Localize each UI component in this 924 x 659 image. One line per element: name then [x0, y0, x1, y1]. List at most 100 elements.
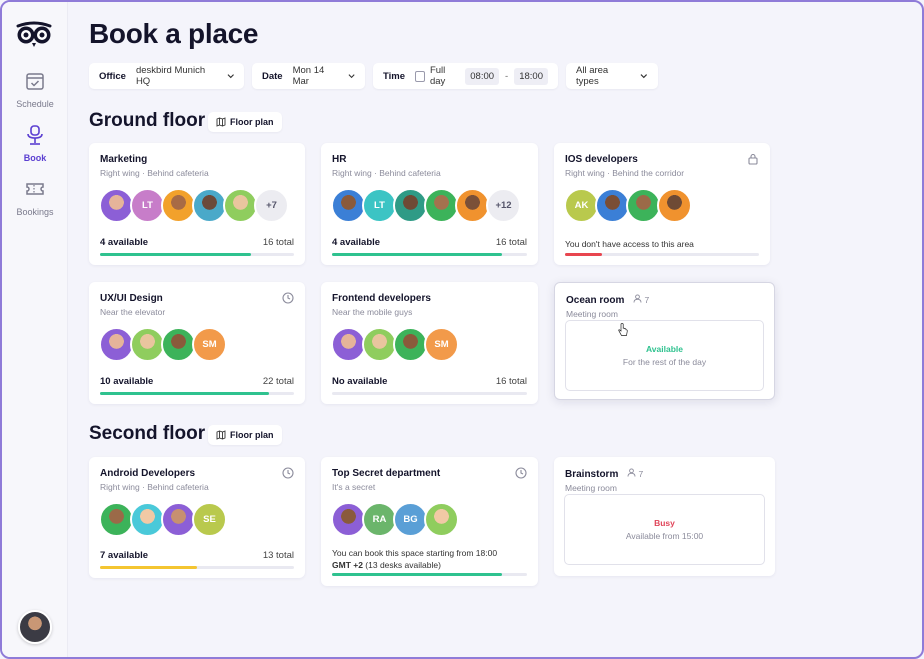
avatar-initials: SM: [192, 327, 227, 362]
lock-icon: [748, 153, 758, 165]
avatar-initials: SE: [192, 502, 227, 537]
avatar: [99, 502, 134, 537]
availability-row: 7 available 13 total: [100, 550, 294, 561]
total-count: 16 total: [262, 237, 294, 248]
total-count: 16 total: [495, 376, 527, 387]
area-card-ios-developers[interactable]: IOS developers Right wing · Behind the c…: [554, 143, 770, 265]
time-filter-label: Time: [383, 70, 406, 82]
availability-bar: [100, 392, 294, 395]
availability-bar: [100, 566, 294, 569]
area-location: Right wing · Behind cafeteria: [100, 168, 209, 178]
avatar: [362, 327, 397, 362]
ticket-icon: [26, 183, 44, 195]
room-name-row: Ocean room 7: [566, 294, 763, 306]
area-card-marketing[interactable]: Marketing Right wing · Behind cafeteria …: [89, 143, 305, 265]
avatar: [595, 188, 630, 223]
time-to-input[interactable]: 18:00: [514, 67, 548, 85]
owl-logo-icon[interactable]: [15, 20, 53, 48]
filter-bar: Office deskbird Munich HQ Date Mon 14 Ma…: [89, 63, 658, 89]
avatar: [455, 188, 490, 223]
floor-plan-label: Floor plan: [230, 430, 274, 440]
avatar: [424, 188, 459, 223]
area-card-ux-ui-design[interactable]: UX/UI Design Near the elevator SM 10 ava…: [89, 282, 305, 404]
full-day-checkbox[interactable]: [415, 70, 425, 82]
area-type-select[interactable]: All area types: [566, 63, 658, 89]
avatar-group: SM: [99, 327, 227, 362]
user-avatar[interactable]: [18, 610, 52, 644]
area-location: Right wing · Behind cafeteria: [332, 168, 441, 178]
section-title-ground-floor: Ground floor: [89, 110, 206, 131]
map-icon: [216, 430, 226, 440]
room-capacity-value: 7: [638, 469, 644, 479]
booking-note-line: You can book this space starting from 18…: [332, 548, 498, 558]
area-location: Near the elevator: [100, 307, 166, 317]
calendar-check-icon: [26, 73, 44, 90]
avatar: [331, 327, 366, 362]
area-name: Top Secret department: [332, 468, 441, 479]
avatar: [657, 188, 692, 223]
hand-cursor-icon: [618, 323, 628, 336]
nav-book[interactable]: Book: [2, 124, 68, 166]
more-people-badge: +7: [254, 188, 289, 223]
avatar: [192, 188, 227, 223]
area-location: It's a secret: [332, 482, 376, 492]
area-card-hr[interactable]: HR Right wing · Behind cafeteria LT +12 …: [321, 143, 538, 265]
availability-fill: [332, 253, 502, 256]
page-title: Book a place: [89, 18, 259, 49]
floor-plan-button[interactable]: Floor plan: [208, 112, 282, 132]
room-status-box[interactable]: Available For the rest of the day: [565, 320, 764, 391]
room-card-brainstorm[interactable]: Brainstorm 7 Meeting room Busy Available…: [554, 457, 775, 576]
floor-plan-button[interactable]: Floor plan: [208, 425, 282, 445]
avatar: [161, 502, 196, 537]
chevron-down-icon: [640, 74, 648, 79]
avatar: [99, 327, 134, 362]
room-card-ocean-room[interactable]: Ocean room 7 Meeting room Available For …: [554, 282, 775, 400]
avatar-group: LT +12: [331, 188, 521, 223]
clock-icon: [282, 292, 294, 304]
area-card-android-developers[interactable]: Android Developers Right wing · Behind c…: [89, 457, 305, 578]
avatar: [424, 502, 459, 537]
nav-schedule[interactable]: Schedule: [2, 70, 68, 112]
avatar-initials: BG: [393, 502, 428, 537]
availability-bar: [565, 253, 759, 256]
room-status-box[interactable]: Busy Available from 15:00: [564, 494, 765, 565]
clock-icon: [282, 467, 294, 479]
room-name: Ocean room: [566, 295, 625, 306]
no-access-message: You don't have access to this area: [565, 239, 694, 249]
room-capacity: 7: [633, 294, 650, 305]
area-card-frontend-developers[interactable]: Frontend developers Near the mobile guys…: [321, 282, 538, 404]
chevron-down-icon: [348, 74, 355, 79]
floor-plan-label: Floor plan: [230, 117, 274, 127]
nav-bookings[interactable]: Bookings: [2, 178, 68, 220]
avatar-initials: LT: [362, 188, 397, 223]
date-filter-value: Mon 14 Mar: [292, 65, 325, 87]
desks-available-note: (13 desks available): [362, 560, 441, 570]
area-location: Right wing · Behind the corridor: [565, 168, 685, 178]
avatar-group: LT +7: [99, 188, 289, 223]
office-filter-value: deskbird Munich HQ: [135, 65, 206, 87]
map-icon: [216, 117, 226, 127]
section-title-second-floor: Second floor: [89, 423, 206, 444]
room-status-detail: For the rest of the day: [622, 357, 707, 367]
avatar: [130, 502, 165, 537]
available-count: 4 available: [332, 237, 381, 248]
avatar-initials: AK: [564, 188, 599, 223]
avatar-initials: SM: [424, 327, 459, 362]
avatar: [223, 188, 258, 223]
area-location: Right wing · Behind cafeteria: [100, 482, 209, 492]
area-name: UX/UI Design: [100, 293, 163, 304]
area-card-top-secret-department[interactable]: Top Secret department It's a secret RA B…: [321, 457, 538, 586]
office-select[interactable]: Office deskbird Munich HQ: [89, 63, 244, 89]
person-icon: [633, 294, 642, 303]
room-capacity: 7: [627, 468, 644, 479]
total-count: 22 total: [262, 376, 294, 387]
avatar-initials: LT: [130, 188, 165, 223]
date-select[interactable]: Date Mon 14 Mar: [252, 63, 365, 89]
time-from-input[interactable]: 08:00: [465, 67, 500, 85]
avatar-group: AK: [564, 188, 692, 223]
sidebar: Schedule Book Bookings: [2, 2, 68, 657]
room-capacity-value: 7: [644, 295, 650, 305]
booking-note-line-2: GMT +2 (13 desks available): [332, 559, 527, 571]
avatar: [393, 327, 428, 362]
avatar: [393, 188, 428, 223]
